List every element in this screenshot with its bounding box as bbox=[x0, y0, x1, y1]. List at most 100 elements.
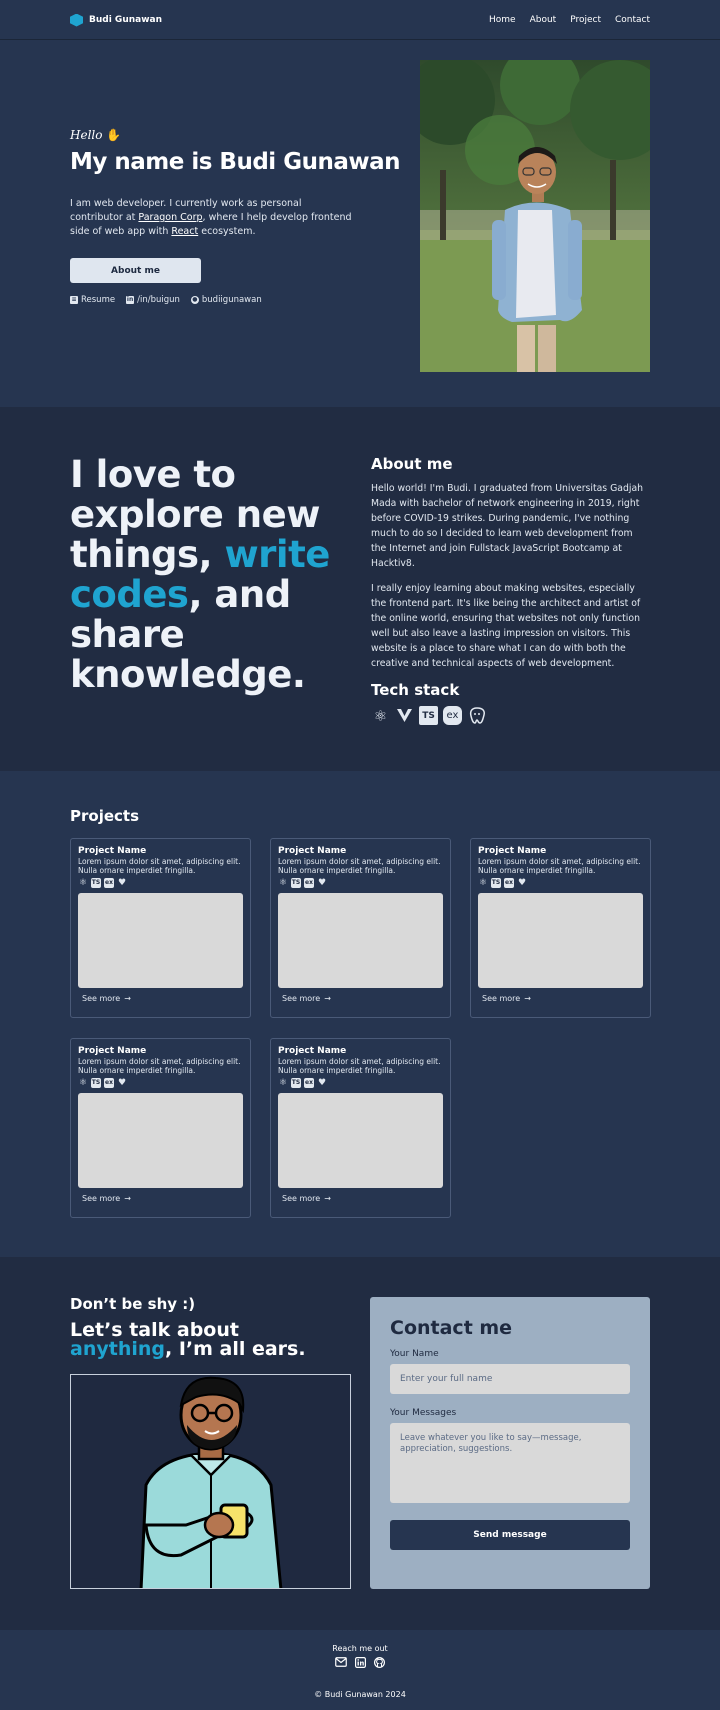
hero-section: Hello ✋ My name is Budi Gunawan I am web… bbox=[0, 40, 720, 407]
projects-title: Projects bbox=[70, 807, 140, 825]
profile-photo bbox=[420, 60, 650, 372]
typescript-icon: TS bbox=[491, 878, 501, 888]
typescript-icon: TS bbox=[291, 1078, 301, 1088]
contact-headline: Let’s talk about anything, I’m all ears. bbox=[70, 1319, 306, 1360]
name-input[interactable] bbox=[390, 1364, 630, 1394]
typescript-icon: TS bbox=[419, 706, 438, 725]
nav-link-project[interactable]: Project bbox=[570, 15, 601, 25]
see-more-link[interactable]: See more → bbox=[82, 1194, 243, 1203]
about-me-button[interactable]: About me bbox=[70, 258, 201, 283]
react-icon: ⚛ bbox=[278, 878, 288, 888]
message-label: Your Messages bbox=[390, 1408, 457, 1418]
footer: Reach me out © Budi Gunawan 2024 bbox=[0, 1630, 720, 1710]
project-thumbnail bbox=[78, 1093, 243, 1188]
brand-logo[interactable]: Budi Gunawan bbox=[70, 13, 162, 27]
typescript-icon: TS bbox=[91, 1078, 101, 1088]
postgresql-icon: ♥ bbox=[117, 1078, 127, 1088]
project-description: Lorem ipsum dolor sit amet, adipiscing e… bbox=[78, 1057, 241, 1075]
see-more-link[interactable]: See more → bbox=[282, 994, 443, 1003]
express-icon: ex bbox=[304, 1078, 314, 1088]
about-paragraph-1: Hello world! I'm Budi. I graduated from … bbox=[371, 483, 644, 569]
nav-link-home[interactable]: Home bbox=[489, 15, 516, 25]
express-icon: ex bbox=[504, 878, 514, 888]
top-navbar: Budi Gunawan Home About Project Contact bbox=[0, 0, 720, 40]
express-icon: ex bbox=[104, 1078, 114, 1088]
project-thumbnail bbox=[478, 893, 643, 988]
about-column: About me Hello world! I'm Budi. I gradua… bbox=[371, 455, 650, 725]
linkedin-icon: in bbox=[126, 296, 135, 304]
project-description: Lorem ipsum dolor sit amet, adipiscing e… bbox=[478, 857, 641, 875]
typescript-icon: TS bbox=[91, 878, 101, 888]
arrow-right-icon: → bbox=[324, 1194, 331, 1203]
project-tags: ⚛ TS ex ♥ bbox=[478, 878, 643, 888]
name-label: Your Name bbox=[390, 1349, 439, 1359]
postgresql-icon: ♥ bbox=[517, 878, 527, 888]
react-icon: ⚛ bbox=[78, 878, 88, 888]
arrow-right-icon: → bbox=[124, 1194, 131, 1203]
arrow-right-icon: → bbox=[324, 994, 331, 1003]
hero-title: My name is Budi Gunawan bbox=[70, 149, 401, 175]
about-section: I love to explore new things, write code… bbox=[0, 407, 720, 771]
express-icon: ex bbox=[304, 878, 314, 888]
react-icon: ⚛ bbox=[478, 878, 488, 888]
reach-me-out-label: Reach me out bbox=[332, 1644, 388, 1653]
project-card[interactable]: Project Name Lorem ipsum dolor sit amet,… bbox=[70, 1038, 251, 1218]
project-tags: ⚛ TS ex ♥ bbox=[278, 878, 443, 888]
project-thumbnail bbox=[278, 893, 443, 988]
projects-section: Projects Project Name Lorem ipsum dolor … bbox=[0, 771, 720, 1257]
project-card[interactable]: Project Name Lorem ipsum dolor sit amet,… bbox=[270, 1038, 451, 1218]
contact-section: Don’t be shy :) Let’s talk about anythin… bbox=[0, 1257, 720, 1630]
project-tags: ⚛ TS ex ♥ bbox=[78, 1078, 243, 1088]
react-link[interactable]: React bbox=[171, 226, 198, 237]
github-icon: ● bbox=[190, 296, 199, 304]
project-description: Lorem ipsum dolor sit amet, adipiscing e… bbox=[278, 1057, 441, 1075]
arrow-right-icon: → bbox=[524, 994, 531, 1003]
nav-link-contact[interactable]: Contact bbox=[615, 15, 650, 25]
document-icon: ≡ bbox=[70, 296, 78, 304]
linkedin-link[interactable]: in /in/buigun bbox=[126, 295, 180, 305]
project-card[interactable]: Project Name Lorem ipsum dolor sit amet,… bbox=[70, 838, 251, 1018]
nav-link-about[interactable]: About bbox=[530, 15, 557, 25]
see-more-link[interactable]: See more → bbox=[82, 994, 243, 1003]
project-card[interactable]: Project Name Lorem ipsum dolor sit amet,… bbox=[270, 838, 451, 1018]
mail-icon[interactable] bbox=[335, 1656, 347, 1668]
project-thumbnail bbox=[78, 893, 243, 988]
brand-name: Budi Gunawan bbox=[89, 15, 162, 25]
project-card[interactable]: Project Name Lorem ipsum dolor sit amet,… bbox=[470, 838, 651, 1018]
tech-stack-title: Tech stack bbox=[371, 681, 460, 699]
waving-hand-icon: ✋ bbox=[106, 128, 122, 142]
github-icon[interactable] bbox=[373, 1656, 385, 1668]
resume-link[interactable]: ≡ Resume bbox=[70, 295, 115, 305]
postgresql-icon bbox=[467, 706, 486, 725]
linkedin-icon[interactable] bbox=[354, 1656, 366, 1668]
see-more-link[interactable]: See more → bbox=[482, 994, 643, 1003]
react-icon: ⚛ bbox=[373, 706, 388, 725]
contact-form-title: Contact me bbox=[390, 1317, 513, 1339]
express-icon: ex bbox=[104, 878, 114, 888]
message-textarea[interactable] bbox=[390, 1423, 630, 1503]
see-more-link[interactable]: See more → bbox=[282, 1194, 443, 1203]
send-message-button[interactable]: Send message bbox=[390, 1520, 630, 1550]
react-icon: ⚛ bbox=[78, 1078, 88, 1088]
about-headline: I love to explore new things, write code… bbox=[70, 453, 330, 696]
postgresql-icon: ♥ bbox=[317, 878, 327, 888]
hero-social-links: ≡ Resume in /in/buigun ● budiigunawan bbox=[70, 295, 262, 305]
vite-icon bbox=[395, 706, 414, 725]
arrow-right-icon: → bbox=[124, 994, 131, 1003]
typescript-icon: TS bbox=[291, 878, 301, 888]
coffee-person-illustration bbox=[70, 1374, 351, 1589]
project-description: Lorem ipsum dolor sit amet, adipiscing e… bbox=[78, 857, 241, 875]
about-title: About me bbox=[371, 455, 453, 473]
github-link[interactable]: ● budiigunawan bbox=[190, 295, 262, 305]
project-tags: ⚛ TS ex ♥ bbox=[78, 878, 243, 888]
project-name: Project Name bbox=[278, 1046, 347, 1056]
project-name: Project Name bbox=[278, 846, 347, 856]
project-name: Project Name bbox=[478, 846, 547, 856]
copyright: © Budi Gunawan 2024 bbox=[314, 1690, 406, 1699]
about-paragraph-2: I really enjoy learning about making web… bbox=[371, 583, 641, 669]
tech-stack-icons: ⚛ TS ex bbox=[371, 706, 650, 725]
contact-form: Contact me Your Name Your Messages Send … bbox=[370, 1297, 650, 1589]
paragon-corp-link[interactable]: Paragon Corp bbox=[138, 212, 202, 223]
project-tags: ⚛ TS ex ♥ bbox=[278, 1078, 443, 1088]
footer-social-icons bbox=[0, 1656, 720, 1668]
